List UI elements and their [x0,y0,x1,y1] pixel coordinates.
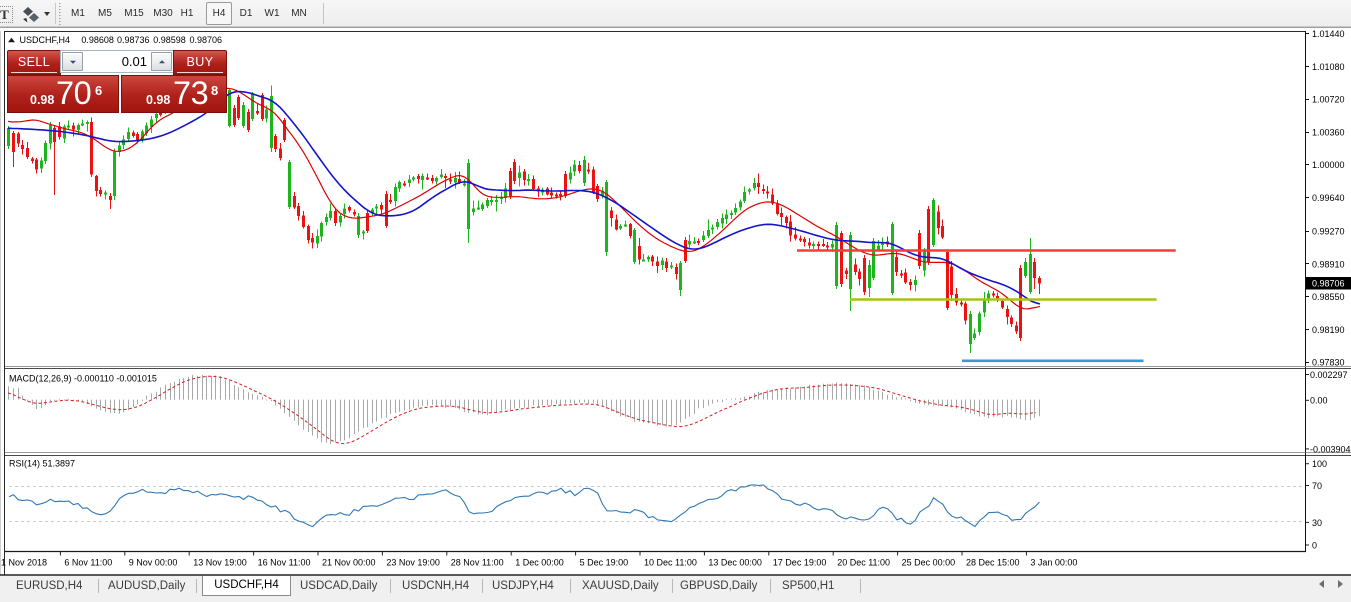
svg-text:70: 70 [1312,481,1322,491]
svg-text:1.00720: 1.00720 [1312,95,1345,105]
svg-text:0.98910: 0.98910 [1312,259,1345,269]
svg-text:0.002297: 0.002297 [1310,370,1348,380]
svg-text:1 Dec 00:00: 1 Dec 00:00 [515,558,564,568]
svg-text:20 Dec 11:00: 20 Dec 11:00 [837,558,890,568]
svg-text:1.00000: 1.00000 [1312,160,1345,170]
svg-text:1 Nov 2018: 1 Nov 2018 [1,558,47,568]
svg-text:100: 100 [1312,459,1327,469]
svg-text:0.99640: 0.99640 [1312,193,1345,203]
svg-text:1.01080: 1.01080 [1312,62,1345,72]
svg-text:13 Dec 00:00: 13 Dec 00:00 [708,558,762,568]
svg-text:23 Nov 19:00: 23 Nov 19:00 [386,558,440,568]
svg-text:17 Dec 19:00: 17 Dec 19:00 [773,558,827,568]
svg-text:21 Nov 00:00: 21 Nov 00:00 [322,558,376,568]
svg-text:-0.003904: -0.003904 [1310,444,1351,454]
svg-text:25 Dec 00:00: 25 Dec 00:00 [902,558,956,568]
svg-text:0.99270: 0.99270 [1312,227,1345,237]
svg-text:28 Nov 11:00: 28 Nov 11:00 [451,558,504,568]
svg-text:0.98550: 0.98550 [1312,292,1345,302]
svg-text:13 Nov 19:00: 13 Nov 19:00 [193,558,247,568]
svg-text:5 Dec 19:00: 5 Dec 19:00 [580,558,629,568]
svg-text:0.98608: 0.98608 [81,35,114,45]
svg-text:MACD(12,26,9) -0.000110 -0.001: MACD(12,26,9) -0.000110 -0.001015 [9,374,157,384]
svg-text:1.00360: 1.00360 [1312,127,1345,137]
svg-text:0.98736: 0.98736 [117,35,150,45]
svg-text:0.98706: 0.98706 [190,35,223,45]
svg-text:30: 30 [1312,518,1322,528]
svg-text:1.01440: 1.01440 [1312,29,1345,39]
svg-text:0.00: 0.00 [1310,396,1328,406]
svg-text:16 Nov 11:00: 16 Nov 11:00 [258,558,311,568]
svg-text:6 Nov 11:00: 6 Nov 11:00 [64,558,112,568]
svg-text:9 Nov 00:00: 9 Nov 00:00 [129,558,178,568]
svg-text:0: 0 [1312,540,1317,550]
svg-text:3 Jan 00:00: 3 Jan 00:00 [1030,558,1077,568]
svg-text:10 Dec 11:00: 10 Dec 11:00 [644,558,697,568]
svg-text:0.98598: 0.98598 [153,35,186,45]
svg-text:USDCHF,H4: USDCHF,H4 [20,35,71,45]
svg-text:0.98190: 0.98190 [1312,325,1345,335]
svg-text:RSI(14) 51.3897: RSI(14) 51.3897 [9,459,75,469]
svg-text:0.97830: 0.97830 [1312,358,1345,368]
svg-text:0.98706: 0.98706 [1312,279,1345,289]
svg-text:28 Dec 15:00: 28 Dec 15:00 [966,558,1020,568]
